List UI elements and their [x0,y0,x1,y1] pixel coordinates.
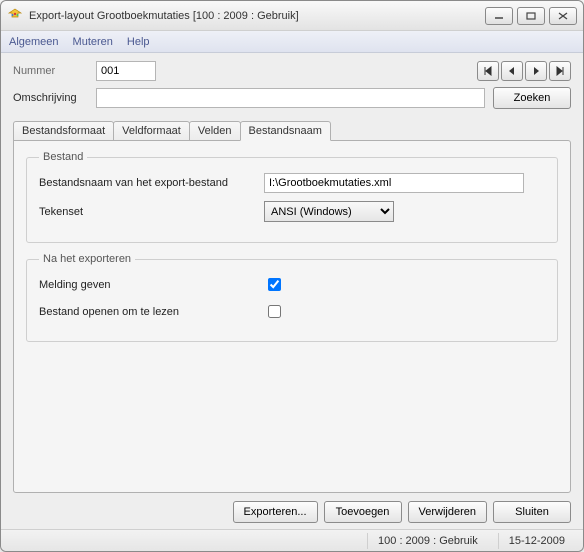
toevoegen-button[interactable]: Toevoegen [324,501,402,523]
nav-prev-button[interactable] [501,61,523,81]
status-context: 100 : 2009 : Gebruik [367,533,488,549]
record-nav [477,61,571,81]
exporteren-button[interactable]: Exporteren... [233,501,318,523]
group-bestand: Bestand Bestandsnaam van het export-best… [26,151,558,243]
nav-first-button[interactable] [477,61,499,81]
statusbar: 100 : 2009 : Gebruik 15-12-2009 [1,529,583,551]
melding-checkbox[interactable] [268,278,281,291]
menu-algemeen[interactable]: Algemeen [9,36,59,48]
menu-help[interactable]: Help [127,36,150,48]
status-date: 15-12-2009 [498,533,575,549]
minimize-button[interactable] [485,7,513,25]
openen-label: Bestand openen om te lezen [39,306,264,318]
melding-label: Melding geven [39,279,264,291]
tabstrip: Bestandsformaat Veldformaat Velden Besta… [13,121,571,141]
tab-panel-bestandsnaam: Bestand Bestandsnaam van het export-best… [13,140,571,493]
menubar: Algemeen Muteren Help [1,31,583,53]
nummer-label: Nummer [13,65,88,77]
titlebar: Export-layout Grootboekmutaties [100 : 2… [1,1,583,31]
zoeken-button[interactable]: Zoeken [493,87,571,109]
nav-last-button[interactable] [549,61,571,81]
close-button[interactable] [549,7,577,25]
tab-bestandsnaam[interactable]: Bestandsnaam [240,121,331,141]
group-na-exporteren: Na het exporteren Melding geven Bestand … [26,253,558,342]
verwijderen-button[interactable]: Verwijderen [408,501,487,523]
openen-checkbox[interactable] [268,305,281,318]
app-window: Export-layout Grootboekmutaties [100 : 2… [0,0,584,552]
nummer-input[interactable] [96,61,156,81]
omschrijving-input[interactable] [96,88,485,108]
group-na-legend: Na het exporteren [39,253,135,265]
omschrijving-row: Omschrijving Zoeken [13,87,571,109]
nummer-row: Nummer [13,61,571,81]
group-bestand-legend: Bestand [39,151,87,163]
tab-bestandsformaat[interactable]: Bestandsformaat [13,121,114,141]
window-title: Export-layout Grootboekmutaties [100 : 2… [29,10,481,22]
tekenset-label: Tekenset [39,206,264,218]
action-bar: Exporteren... Toevoegen Verwijderen Slui… [1,493,583,529]
omschrijving-label: Omschrijving [13,92,88,104]
tab-velden[interactable]: Velden [189,121,241,141]
tekenset-select[interactable]: ANSI (Windows) [264,201,394,222]
tab-veldformaat[interactable]: Veldformaat [113,121,190,141]
maximize-button[interactable] [517,7,545,25]
export-path-label: Bestandsnaam van het export-bestand [39,177,264,189]
sluiten-button[interactable]: Sluiten [493,501,571,523]
export-path-input[interactable] [264,173,524,193]
app-icon [7,8,23,24]
menu-muteren[interactable]: Muteren [73,36,113,48]
nav-next-button[interactable] [525,61,547,81]
content-area: Nummer Omschrijving Zoeken Bestandsforma… [1,53,583,493]
